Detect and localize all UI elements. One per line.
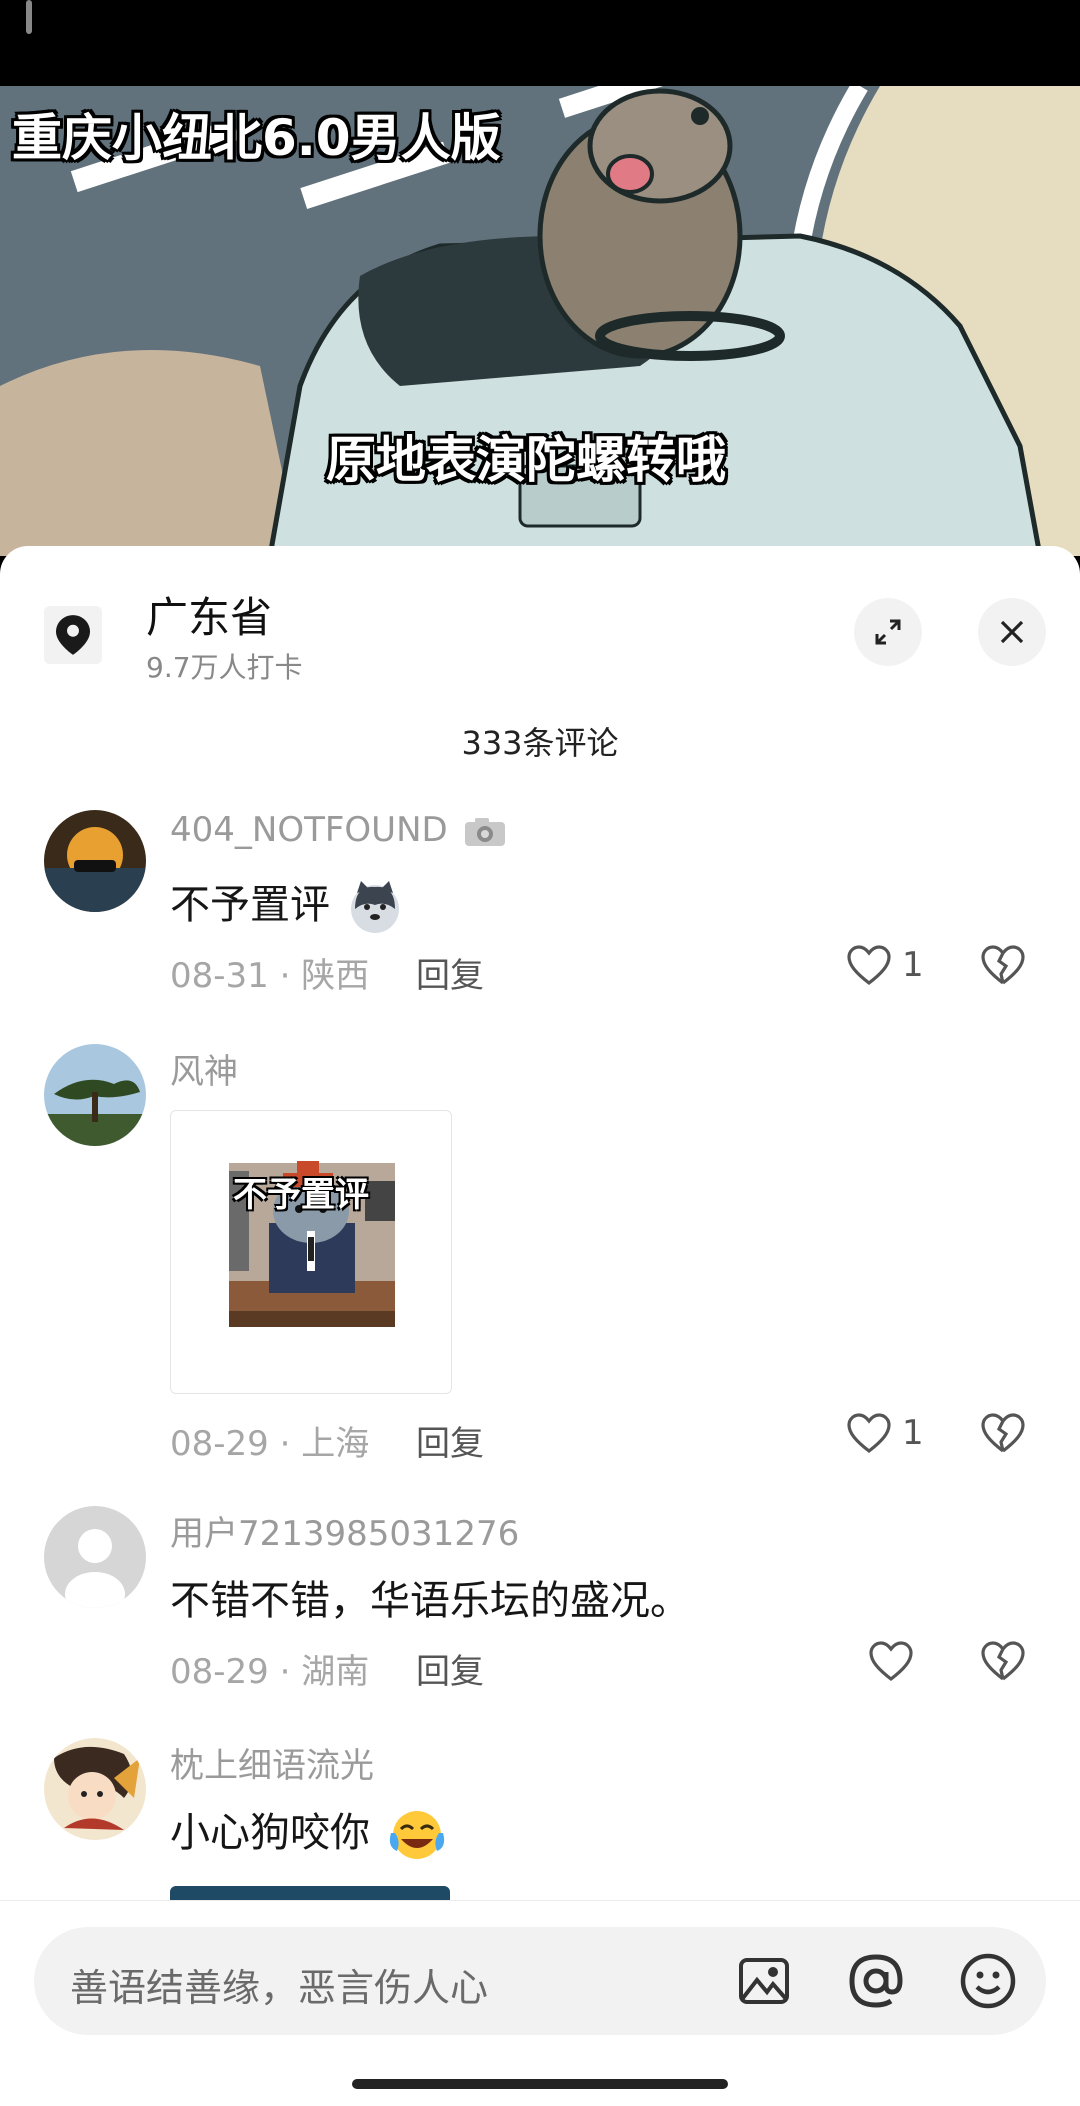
comment-text: 小心狗咬你 <box>170 1800 447 1863</box>
reply-button[interactable]: 回复 <box>416 1652 484 1692</box>
avatar[interactable] <box>44 810 146 912</box>
comment-username[interactable]: 用户7213985031276 <box>170 1506 519 1555</box>
meta-separator: · <box>279 1652 291 1692</box>
comment-region: 陕西 <box>301 956 370 996</box>
pixel-seal-meme-image <box>229 1161 395 1327</box>
like-button[interactable]: 1 <box>846 944 924 986</box>
comment-text: 不错不错，华语乐坛的盛况。 <box>170 1578 690 1624</box>
status-indicator <box>26 0 32 34</box>
expand-button[interactable] <box>854 598 922 666</box>
meme-caption: 不予置评 <box>233 1175 369 1215</box>
dislike-button[interactable] <box>980 944 1026 990</box>
comment-region: 上海 <box>301 1424 370 1464</box>
comment-region: 湖南 <box>301 1652 370 1692</box>
comment-input-bar: 善语结善缘，恶言伤人心 <box>0 1900 1080 2106</box>
husky-emoji-icon <box>350 881 399 933</box>
like-count: 1 <box>902 1413 924 1453</box>
comments-sheet: 广东省 9.7万人打卡 333条评论 404_NOTFOUND 不予置评 08-… <box>0 546 1080 2105</box>
comment-input-placeholder: 善语结善缘，恶言伤人心 <box>70 1966 489 2010</box>
comment-date: 08-31 <box>170 956 269 996</box>
video-subtitle-overlay: 原地表演陀螺转哦 <box>326 431 726 489</box>
comment-username[interactable]: 风神 <box>170 1044 238 1093</box>
dislike-button[interactable] <box>980 1412 1026 1458</box>
status-bar <box>0 0 1080 86</box>
heart-icon <box>847 1413 891 1454</box>
image-icon <box>739 1958 789 2004</box>
heart-icon <box>869 1641 913 1682</box>
comment-date: 08-29 <box>170 1424 269 1464</box>
comment-meta: 08-29 · 湖南 回复 <box>170 1644 484 1693</box>
at-icon <box>849 1954 903 2008</box>
comments-count: 333条评论 <box>461 724 619 762</box>
meta-separator: · <box>279 1424 291 1464</box>
like-button[interactable]: 1 <box>846 1412 924 1454</box>
comment-text: 不予置评 <box>170 872 403 935</box>
comment-meta: 08-29 · 上海 回复 <box>170 1416 484 1465</box>
comment-meta: 08-31 · 陕西 回复 <box>170 948 484 997</box>
video-player[interactable]: 重庆小纽北6.0男人版 原地表演陀螺转哦 <box>0 86 1080 556</box>
emoji-button[interactable] <box>958 1951 1018 2011</box>
image-button[interactable] <box>734 1951 794 2011</box>
reply-button[interactable]: 回复 <box>416 1424 484 1464</box>
like-button[interactable] <box>868 1640 914 1682</box>
emoji-icon <box>960 1953 1016 2009</box>
comment-username[interactable]: 枕上细语流光 <box>170 1738 374 1787</box>
close-button[interactable] <box>978 598 1046 666</box>
heart-icon <box>847 945 891 986</box>
comment-image[interactable]: 不予置评 <box>170 1110 452 1394</box>
like-count: 1 <box>902 945 924 985</box>
mention-button[interactable] <box>846 1951 906 2011</box>
avatar[interactable] <box>44 1044 146 1146</box>
camera-icon <box>464 817 505 846</box>
meta-separator: · <box>279 956 291 996</box>
comment-username[interactable]: 404_NOTFOUND <box>170 810 507 850</box>
broken-heart-icon <box>981 1413 1025 1453</box>
location-title[interactable]: 广东省 <box>146 584 272 645</box>
home-indicator <box>352 2079 728 2089</box>
location-pin-icon[interactable] <box>44 606 102 664</box>
reply-button[interactable]: 回复 <box>416 956 484 996</box>
location-checkins: 9.7万人打卡 <box>146 651 303 684</box>
comment-date: 08-29 <box>170 1652 269 1692</box>
avatar[interactable] <box>44 1738 146 1840</box>
comment-input[interactable]: 善语结善缘，恶言伤人心 <box>34 1927 1046 2035</box>
crying-laughing-emoji-icon <box>389 1811 444 1859</box>
expand-icon <box>875 619 901 645</box>
video-title-overlay: 重庆小纽北6.0男人版 <box>12 109 501 167</box>
broken-heart-icon <box>981 1641 1025 1681</box>
dislike-button[interactable] <box>980 1640 1026 1686</box>
broken-heart-icon <box>981 945 1025 985</box>
close-icon <box>1000 620 1024 644</box>
avatar[interactable] <box>44 1506 146 1608</box>
